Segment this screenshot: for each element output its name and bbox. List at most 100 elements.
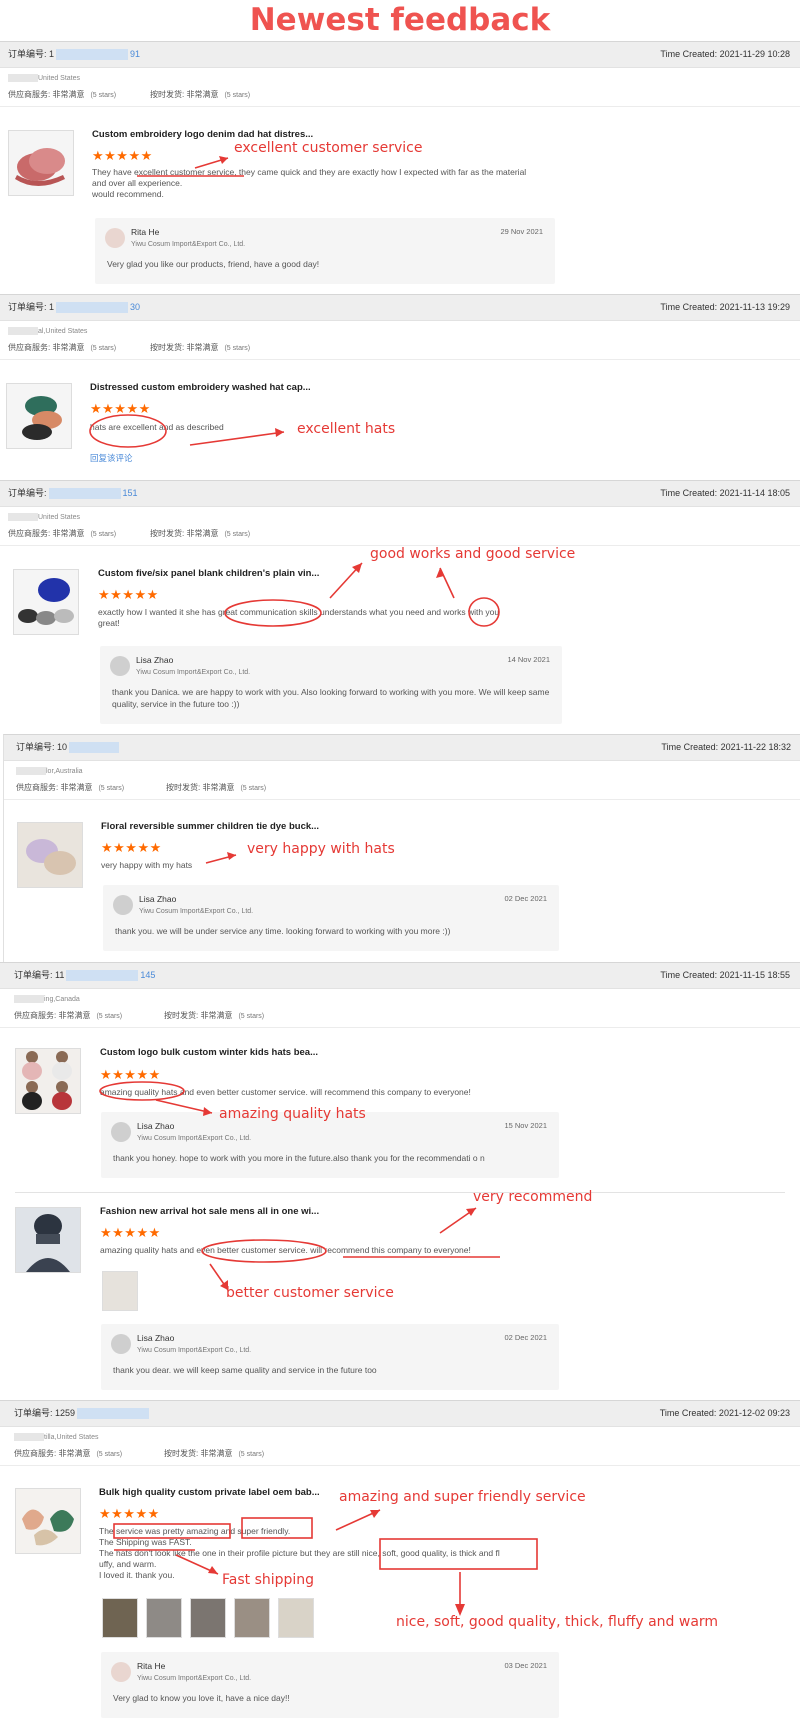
buyer-location: ing,Canada: [14, 995, 80, 1003]
product-name[interactable]: Custom embroidery logo denim dad hat dis…: [92, 129, 313, 140]
product-image[interactable]: [15, 1048, 81, 1114]
buyer-location: United States: [8, 513, 80, 521]
buyer-location-text: United States: [38, 74, 81, 82]
reply-author: Lisa Zhao: [139, 894, 177, 904]
reply-message: thank you honey. hope to work with you m…: [113, 1153, 485, 1163]
buyer-location-text: United States: [38, 513, 81, 521]
order-time: Time Created: 2021-11-29 10:28: [660, 49, 790, 59]
product-image[interactable]: [15, 1488, 81, 1554]
product-name[interactable]: Custom five/six panel blank children's p…: [98, 568, 319, 579]
order-number[interactable]: 订单编号: 1 91: [8, 42, 140, 67]
review-comment: very happy with my hats: [101, 860, 193, 870]
annotation-label: amazing quality hats: [219, 1106, 366, 1122]
order-header: 订单编号: 151 Time Created: 2021-11-14 18:05: [0, 481, 800, 507]
order-meta: United States 供应商服务: 非常满意 (5 stars) 按时发货:…: [0, 507, 800, 546]
review-comment: exactly how I wanted it she has great co…: [98, 607, 558, 629]
avatar: [111, 1334, 131, 1354]
order-header: 订单编号: 11 145 Time Created: 2021-11-15 18:…: [0, 963, 800, 989]
review-comment-text: exactly how I wanted it she has great co…: [98, 607, 500, 617]
buyer-location: tilla,United States: [14, 1433, 98, 1441]
buyer-location-text: al,United States: [38, 327, 88, 335]
product-image[interactable]: [6, 383, 72, 449]
order-number-tail[interactable]: 145: [140, 970, 155, 980]
ship-stars: (5 stars): [238, 1451, 265, 1458]
product-image[interactable]: [17, 822, 83, 888]
reply-review-link[interactable]: 回复该评论: [90, 452, 133, 464]
ship-rating: 按时发货: 非常满意 (5 stars): [164, 1448, 264, 1459]
order-number-tail[interactable]: 30: [130, 302, 140, 312]
avatar: [111, 1662, 131, 1682]
annotation-label: nice, soft, good quality, thick, fluffy …: [396, 1614, 719, 1630]
order-number-tail[interactable]: 91: [130, 49, 140, 59]
order-number-tail[interactable]: 151: [123, 488, 138, 498]
reply-company: Yiwu Cosum Import&Export Co., Ltd.: [137, 1347, 252, 1354]
reply-company: Yiwu Cosum Import&Export Co., Ltd.: [139, 908, 254, 915]
product-name[interactable]: Custom logo bulk custom winter kids hats…: [100, 1047, 318, 1058]
product-name[interactable]: Fashion new arrival hot sale mens all in…: [100, 1206, 319, 1217]
review-comment-text-2: great!: [98, 618, 120, 628]
review-photo[interactable]: [102, 1271, 138, 1311]
order-meta: United States 供应商服务: 非常满意 (5 stars) 按时发货:…: [0, 68, 800, 107]
order-time: Time Created: 2021-11-13 19:29: [660, 302, 790, 312]
ship-stars: (5 stars): [224, 531, 251, 538]
buyer-location: lor,Australia: [16, 767, 83, 775]
service-rating-label: 供应商服务: 非常满意: [8, 343, 85, 352]
product-name[interactable]: Floral reversible summer children tie dy…: [101, 821, 319, 832]
order-number[interactable]: 订单编号: 1 30: [8, 295, 140, 320]
order-number[interactable]: 订单编号: 1259: [14, 1401, 151, 1426]
rating-stars: ★★★★★: [92, 148, 153, 163]
ship-rating-label: 按时发货: 非常满意: [164, 1011, 233, 1020]
service-stars: (5 stars): [98, 785, 125, 792]
order-number[interactable]: 订单编号: 151: [8, 481, 138, 506]
reply-company: Yiwu Cosum Import&Export Co., Ltd.: [137, 1675, 252, 1682]
order-time: Time Created: 2021-12-02 09:23: [659, 1408, 790, 1418]
product-image[interactable]: [13, 569, 79, 635]
ship-stars: (5 stars): [240, 785, 267, 792]
reply-company: Yiwu Cosum Import&Export Co., Ltd.: [131, 241, 246, 248]
service-stars: (5 stars): [90, 531, 117, 538]
seller-reply: Lisa Zhao Yiwu Cosum Import&Export Co., …: [100, 646, 562, 724]
review-comment: They have excellent customer service, th…: [92, 167, 532, 200]
order-number[interactable]: 订单编号: 10: [16, 735, 121, 760]
product-image[interactable]: [8, 130, 74, 196]
review-comment-text-2: would recommend.: [92, 189, 164, 199]
order-label: 订单编号: 1259: [14, 1408, 76, 1418]
product-name[interactable]: Bulk high quality custom private label o…: [99, 1487, 320, 1498]
reply-author: Rita He: [131, 227, 160, 237]
service-rating: 供应商服务: 非常满意 (5 stars): [16, 782, 124, 793]
ship-stars: (5 stars): [238, 1013, 265, 1020]
reply-author: Lisa Zhao: [136, 655, 174, 665]
reply-company: Yiwu Cosum Import&Export Co., Ltd.: [137, 1135, 252, 1142]
order-number[interactable]: 订单编号: 11 145: [14, 963, 155, 988]
reply-author: Lisa Zhao: [137, 1333, 175, 1343]
review-line: The service was pretty amazing and super…: [99, 1526, 291, 1536]
reply-message: thank you. we will be under service any …: [115, 926, 451, 936]
order-time: Time Created: 2021-11-15 18:55: [660, 970, 790, 980]
order-header: 订单编号: 1259 Time Created: 2021-12-02 09:2…: [0, 1401, 800, 1427]
service-rating: 供应商服务: 非常满意 (5 stars): [8, 342, 116, 353]
annotation-label: Fast shipping: [222, 1572, 315, 1588]
reply-date: 03 Dec 2021: [504, 1661, 547, 1670]
product-image[interactable]: [15, 1207, 81, 1273]
review-photo[interactable]: [278, 1598, 314, 1638]
annotation-label: very recommend: [473, 1189, 593, 1205]
service-rating-label: 供应商服务: 非常满意: [8, 90, 85, 99]
annotation-label: very happy with hats: [247, 841, 395, 857]
review-photo[interactable]: [102, 1598, 138, 1638]
ship-rating: 按时发货: 非常满意 (5 stars): [150, 528, 250, 539]
rating-stars: ★★★★★: [101, 840, 162, 855]
review-comment: The service was pretty amazing and super…: [99, 1526, 569, 1581]
review-photo[interactable]: [234, 1598, 270, 1638]
ship-rating: 按时发货: 非常满意 (5 stars): [166, 782, 266, 793]
review-photo[interactable]: [190, 1598, 226, 1638]
ship-rating: 按时发货: 非常满意 (5 stars): [150, 342, 250, 353]
reply-date: 15 Nov 2021: [504, 1121, 547, 1130]
rating-stars: ★★★★★: [100, 1067, 161, 1082]
review-photo[interactable]: [146, 1598, 182, 1638]
order-label: 订单编号:: [8, 488, 47, 498]
reply-message: Very glad to know you love it, have a ni…: [113, 1693, 290, 1703]
rating-stars: ★★★★★: [100, 1225, 161, 1240]
seller-reply: Lisa Zhao Yiwu Cosum Import&Export Co., …: [103, 885, 559, 951]
product-name[interactable]: Distressed custom embroidery washed hat …: [90, 382, 311, 393]
review-comment: amazing quality hats and even better cus…: [100, 1245, 471, 1255]
